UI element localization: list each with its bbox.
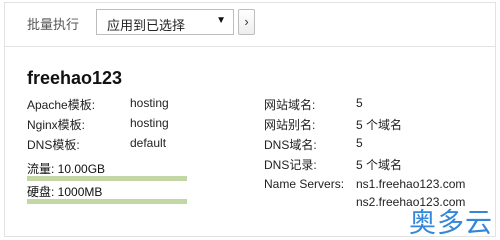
- site-domain-label: 网站域名:: [264, 98, 316, 112]
- apache-template-label: Apache模板:: [27, 98, 96, 112]
- bulk-action-select-value: 应用到已选择: [107, 18, 186, 33]
- nginx-template-value: hosting: [130, 116, 169, 130]
- bulk-action-toolbar: 批量执行 应用到已选择 ▼ ›: [4, 2, 496, 46]
- dns-record-value: 5 个域名: [356, 158, 403, 172]
- name-servers-label: Name Servers:: [264, 177, 345, 191]
- site-domain-value: 5: [356, 96, 363, 110]
- name-server-1: ns1.freehao123.com: [356, 177, 466, 191]
- dns-domain-value: 5: [356, 136, 363, 150]
- dns-template-label: DNS模板:: [27, 138, 80, 152]
- site-alias-value: 5 个域名: [356, 118, 403, 132]
- dns-template-value: default: [130, 136, 167, 150]
- apply-button[interactable]: ›: [238, 9, 255, 35]
- bulk-action-select[interactable]: 应用到已选择 ▼: [96, 9, 234, 35]
- dns-domain-label: DNS域名:: [264, 138, 317, 152]
- apache-template-value: hosting: [130, 96, 169, 110]
- traffic-bar: [27, 176, 187, 181]
- disk-bar: [27, 199, 187, 204]
- nginx-template-label: Nginx模板:: [27, 118, 86, 132]
- domain-name: freehao123: [27, 68, 123, 88]
- site-alias-label: 网站别名:: [264, 118, 316, 132]
- disk-label: 硬盘: 1000MB: [27, 185, 103, 199]
- watermark-logo: 奥多云: [355, 197, 497, 239]
- watermark-text: 奥多云: [409, 208, 493, 239]
- traffic-label: 流量: 10.00GB: [27, 162, 106, 176]
- dns-record-label: DNS记录:: [264, 158, 317, 172]
- bulk-action-label: 批量执行: [27, 17, 80, 32]
- caret-down-icon: ▼: [216, 15, 226, 26]
